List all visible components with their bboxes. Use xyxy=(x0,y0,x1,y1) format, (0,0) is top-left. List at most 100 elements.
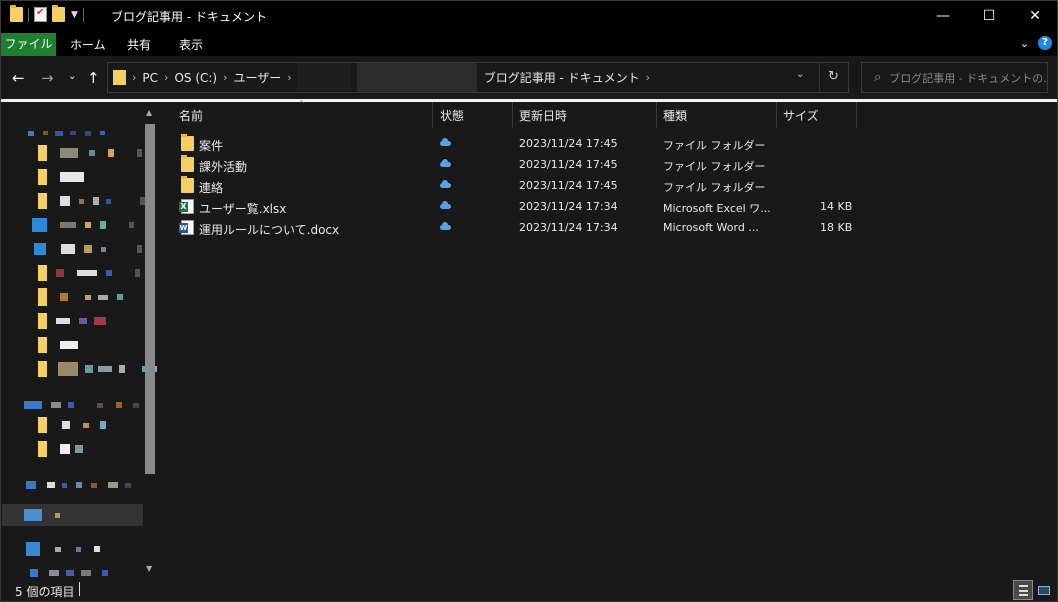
folder-icon xyxy=(181,155,194,172)
column-header-modified[interactable]: 更新日時 xyxy=(519,102,567,128)
column-divider[interactable] xyxy=(776,102,777,128)
column-header-status[interactable]: 状態 xyxy=(440,102,464,128)
nav-item-redacted[interactable] xyxy=(38,334,78,356)
navigation-pane-scrollbar[interactable]: ▲ ▼ xyxy=(143,104,157,578)
help-icon[interactable]: ? xyxy=(1038,36,1052,50)
column-header-name[interactable]: 名前 xyxy=(179,102,203,128)
search-icon: ⌕ xyxy=(874,70,882,85)
nav-item-redacted[interactable] xyxy=(38,190,145,212)
item-count: 5 個の項目 xyxy=(15,585,75,599)
cloud-status-icon xyxy=(439,222,451,230)
refresh-icon[interactable]: ↻ xyxy=(819,62,847,93)
breadcrumb-separator[interactable]: › xyxy=(285,71,293,84)
breadcrumb: › PC › OS (C:) › ユーザー › ブログ記事用 - ドキュメント … xyxy=(113,63,652,92)
table-row[interactable]: 運用ルールについて.docx 2023/11/24 17:34 Microsof… xyxy=(176,218,856,239)
nav-item-redacted[interactable] xyxy=(38,358,157,380)
new-folder-icon[interactable] xyxy=(52,5,65,22)
nav-item-redacted[interactable] xyxy=(38,166,153,188)
nav-item-redacted[interactable] xyxy=(38,438,83,460)
nav-item-redacted[interactable] xyxy=(30,562,108,578)
breadcrumb-current-folder[interactable]: ブログ記事用 - ドキュメント xyxy=(480,69,644,86)
scroll-down-icon[interactable]: ▼ xyxy=(146,564,152,573)
nav-item-redacted[interactable] xyxy=(38,414,106,436)
word-file-icon xyxy=(179,220,194,235)
back-arrow-icon[interactable]: ← xyxy=(12,69,25,87)
folder-icon xyxy=(181,176,194,193)
file-type: Microsoft Excel ワ... xyxy=(663,202,771,215)
recent-locations-chevron-icon[interactable]: ⌄ xyxy=(68,71,76,82)
breadcrumb-separator[interactable]: › xyxy=(221,71,229,84)
nav-item-redacted[interactable] xyxy=(38,286,151,308)
table-row[interactable]: 連絡 2023/11/24 17:45 ファイル フォルダー xyxy=(176,176,856,197)
file-list: ^ 名前 状態 更新日時 種類 サイズ 案件 2023/11/24 17:45 … xyxy=(160,99,1058,578)
quick-access-toolbar: ▼ xyxy=(10,5,84,22)
properties-icon[interactable] xyxy=(34,7,47,22)
file-name: 連絡 xyxy=(199,181,224,195)
column-divider[interactable] xyxy=(656,102,657,128)
nav-item-redacted[interactable] xyxy=(34,238,142,260)
breadcrumb-separator[interactable]: › xyxy=(130,71,138,84)
tab-file[interactable]: ファイル xyxy=(1,33,56,56)
large-icons-view-button[interactable] xyxy=(1034,580,1054,600)
tab-view[interactable]: 表示 xyxy=(169,34,213,56)
scroll-up-icon[interactable]: ▲ xyxy=(146,108,152,117)
search-box[interactable]: ⌕ ブログ記事用 - ドキュメントの... xyxy=(861,62,1048,93)
window-controls: — ☐ ✕ xyxy=(920,0,1058,32)
nav-item-redacted[interactable] xyxy=(28,122,105,144)
column-header-type[interactable]: 種類 xyxy=(663,102,687,128)
file-modified: 2023/11/24 17:34 xyxy=(519,221,618,234)
cloud-status-icon xyxy=(439,201,451,209)
forward-arrow-icon[interactable]: → xyxy=(41,69,54,87)
details-view-button[interactable] xyxy=(1013,580,1033,600)
nav-item-redacted[interactable] xyxy=(38,310,106,332)
nav-item-redacted[interactable] xyxy=(38,142,142,164)
file-modified: 2023/11/24 17:34 xyxy=(519,200,618,213)
folder-icon xyxy=(113,70,126,85)
file-type: Microsoft Word ... xyxy=(663,221,759,234)
table-row[interactable]: 課外活動 2023/11/24 17:45 ファイル フォルダー xyxy=(176,155,856,176)
cloud-status-icon xyxy=(439,138,451,146)
scrollbar-thumb[interactable] xyxy=(145,124,155,474)
redacted-folder xyxy=(356,63,477,92)
expand-ribbon-chevron-icon[interactable]: ⌄ xyxy=(1020,37,1029,50)
nav-item-redacted[interactable] xyxy=(26,474,131,496)
sort-ascending-icon: ^ xyxy=(298,99,305,108)
file-size: 18 KB xyxy=(820,221,853,234)
customize-toolbar-icon[interactable]: ▼ xyxy=(71,10,78,20)
up-arrow-icon[interactable]: ↑ xyxy=(87,69,100,87)
cloud-status-icon xyxy=(439,159,451,167)
file-modified: 2023/11/24 17:45 xyxy=(519,158,618,171)
tab-home[interactable]: ホーム xyxy=(60,34,116,56)
tab-share[interactable]: 共有 xyxy=(117,34,161,56)
details-view-icon xyxy=(1018,584,1028,596)
breadcrumb-separator[interactable]: › xyxy=(644,71,652,84)
minimize-button[interactable]: — xyxy=(920,0,966,32)
column-divider[interactable] xyxy=(432,102,433,128)
file-name: ユーザー覧.xlsx xyxy=(199,202,287,216)
column-divider[interactable] xyxy=(856,102,857,128)
file-modified: 2023/11/24 17:45 xyxy=(519,179,618,192)
breadcrumb-users[interactable]: ユーザー xyxy=(230,69,286,86)
table-row[interactable]: 案件 2023/11/24 17:45 ファイル フォルダー xyxy=(176,134,856,155)
file-type: ファイル フォルダー xyxy=(663,160,766,173)
breadcrumb-pc[interactable]: PC xyxy=(138,71,162,85)
breadcrumb-drive[interactable]: OS (C:) xyxy=(170,71,221,85)
folder-icon xyxy=(10,5,23,22)
file-name: 課外活動 xyxy=(199,160,248,174)
address-bar[interactable]: › PC › OS (C:) › ユーザー › ブログ記事用 - ドキュメント … xyxy=(107,62,849,93)
table-row[interactable]: ユーザー覧.xlsx 2023/11/24 17:34 Microsoft Ex… xyxy=(176,197,856,218)
window-title: ブログ記事用 - ドキュメント xyxy=(111,10,267,24)
nav-item-redacted[interactable] xyxy=(32,214,134,236)
column-divider[interactable] xyxy=(512,102,513,128)
nav-item-selected[interactable] xyxy=(2,504,143,526)
breadcrumb-separator[interactable]: › xyxy=(162,71,170,84)
column-header-size[interactable]: サイズ xyxy=(783,102,819,128)
navigation-pane[interactable] xyxy=(0,102,157,578)
close-button[interactable]: ✕ xyxy=(1012,0,1058,32)
address-history-chevron-icon[interactable]: ⌄ xyxy=(796,69,804,80)
ribbon-controls: ⌄ ? xyxy=(1020,36,1052,50)
maximize-button[interactable]: ☐ xyxy=(966,0,1012,32)
nav-item-redacted[interactable] xyxy=(24,394,139,416)
nav-item-redacted[interactable] xyxy=(26,538,100,560)
nav-item-redacted[interactable] xyxy=(38,262,140,284)
